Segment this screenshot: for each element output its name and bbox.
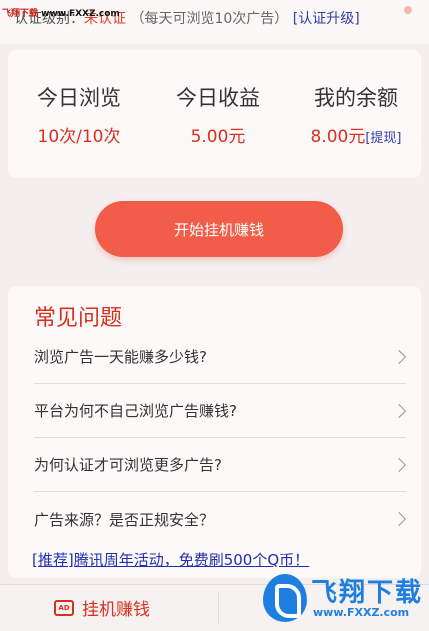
watermark-brand: 飞翔下载 bbox=[2, 9, 39, 19]
withdraw-link[interactable]: [提现] bbox=[365, 131, 401, 146]
stats-card: 今日浏览 10次/10次 今日收益 5.00元 我的余额 8.00元[提现] bbox=[8, 50, 421, 178]
faq-question: 广告来源？是否正规安全？ bbox=[34, 510, 215, 529]
start-earning-button[interactable]: 开始挂机赚钱 bbox=[95, 201, 343, 257]
stat-label: 今日收益 bbox=[176, 86, 260, 110]
stat-label: 我的余额 bbox=[314, 86, 398, 110]
faq-item[interactable]: 平台为何不自己浏览广告赚钱? bbox=[34, 384, 407, 438]
decoration-dot bbox=[404, 6, 412, 14]
stat-value: 10次/10次 bbox=[37, 127, 121, 147]
watermark-url: www.FXXZ.com bbox=[41, 9, 120, 19]
balance-value: 8.00元 bbox=[310, 127, 366, 147]
stat-value: 5.00元 bbox=[190, 127, 246, 147]
faq-title: 常见问题 bbox=[34, 306, 123, 331]
watermark-top: 飞翔下载 www.FXXZ.com bbox=[2, 6, 120, 19]
faq-item[interactable]: 浏览广告一天能赚多少钱? bbox=[34, 330, 407, 384]
faq-item[interactable]: 为何认证才可浏览更多广告? bbox=[34, 438, 407, 492]
certification-bar: 认证级别：未认证 （每天可浏览10次广告） [认证升级] 飞翔下载 www.FX… bbox=[0, 0, 429, 44]
chevron-right-icon bbox=[391, 349, 407, 364]
chevron-right-icon bbox=[391, 457, 407, 472]
tv-ad-icon: AD bbox=[54, 599, 74, 616]
chevron-right-icon bbox=[391, 511, 407, 527]
faq-question: 为何认证才可浏览更多广告? bbox=[34, 456, 222, 474]
promo-link[interactable]: [推荐]腾讯周年活动，免费刷500个Q币！ bbox=[32, 549, 309, 570]
faq-item[interactable]: 广告来源？是否正规安全？ bbox=[34, 492, 407, 546]
faq-question: 浏览广告一天能赚多少钱? bbox=[34, 348, 207, 366]
nav-tab-label: 挂机赚钱 bbox=[82, 600, 150, 620]
logo-text: 飞翔下载 bbox=[311, 578, 424, 608]
faq-section: 常见问题 浏览广告一天能赚多少钱? 平台为何不自己浏览广告赚钱? 为何认证才可浏… bbox=[8, 286, 421, 578]
faq-question: 平台为何不自己浏览广告赚钱? bbox=[34, 402, 237, 420]
cert-note: （每天可浏览10次广告） bbox=[130, 11, 289, 27]
cert-upgrade-link[interactable]: [认证升级] bbox=[293, 11, 360, 27]
stat-value: 8.00元[提现] bbox=[291, 122, 421, 147]
stat-label: 今日浏览 bbox=[37, 86, 121, 110]
stat-today-earnings: 今日收益 5.00元 bbox=[153, 82, 283, 147]
watermark-logo: 飞翔下载 www.FXXZ.com bbox=[263, 570, 423, 628]
chevron-right-icon bbox=[391, 403, 407, 418]
logo-url: www.FXXZ.com bbox=[313, 606, 410, 619]
logo-badge-icon bbox=[263, 574, 307, 622]
nav-divider bbox=[218, 593, 219, 623]
stat-balance: 我的余额 8.00元[提现] bbox=[291, 82, 421, 147]
nav-tab-earn[interactable]: AD 挂机赚钱 bbox=[54, 595, 150, 620]
stat-today-views: 今日浏览 10次/10次 bbox=[14, 82, 144, 147]
